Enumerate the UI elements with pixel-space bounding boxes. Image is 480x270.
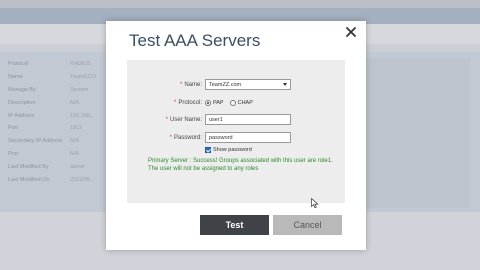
chap-radio[interactable]	[229, 99, 236, 106]
close-icon[interactable]	[344, 25, 358, 39]
test-result-message: Primary Server : Success! Groups associa…	[148, 158, 333, 172]
show-password-row: Show password	[127, 143, 345, 156]
show-password-control: Show password	[205, 146, 252, 153]
chevron-down-icon	[283, 83, 287, 86]
pap-radio-label[interactable]: PAP	[213, 100, 224, 106]
password-label: Password:	[173, 134, 202, 141]
username-input[interactable]: user1	[205, 114, 291, 125]
chap-radio-label[interactable]: CHAP	[238, 100, 253, 106]
name-row: * Name: TeamZZ.com	[127, 78, 345, 91]
show-password-label[interactable]: Show password	[213, 147, 252, 153]
mouse-pointer-icon	[311, 198, 319, 209]
pap-radio[interactable]	[205, 99, 211, 106]
dialog-title: Test AAA Servers	[129, 31, 261, 50]
server-name-select[interactable]: TeamZZ.com	[205, 79, 291, 90]
protocol-radio-group: PAP CHAP	[205, 99, 259, 106]
password-input[interactable]: password	[205, 132, 291, 143]
test-form: * Name: TeamZZ.com * Protocol: PAP CHAP * U…	[127, 60, 345, 209]
name-label: Name:	[184, 81, 202, 88]
test-aaa-servers-dialog: Test AAA Servers * Name: TeamZZ.com * Prot…	[106, 21, 366, 250]
server-name-value: TeamZZ.com	[209, 81, 242, 88]
cancel-button[interactable]: Cancel	[273, 215, 342, 235]
show-password-checkbox[interactable]	[205, 146, 211, 153]
protocol-label: Protocol:	[178, 99, 202, 106]
protocol-row: * Protocol: PAP CHAP	[127, 96, 345, 109]
test-button[interactable]: Test	[200, 215, 269, 235]
username-label: User Name:	[169, 116, 202, 123]
username-row: * User Name: user1	[127, 113, 345, 126]
